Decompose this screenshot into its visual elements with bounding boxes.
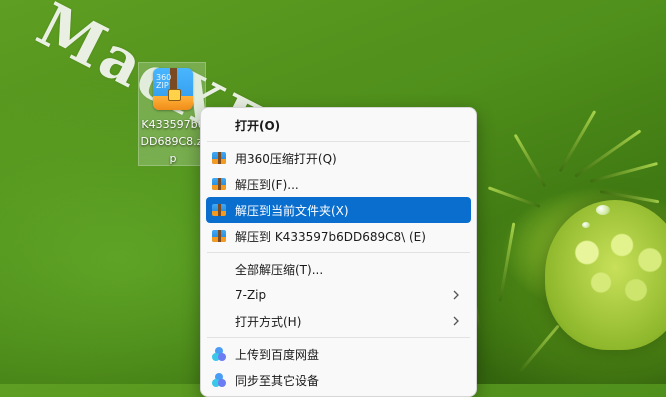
menu-item-label: 用360压缩打开(Q) <box>235 151 337 166</box>
menu-item-open-with[interactable]: 打开方式(H) <box>206 308 471 334</box>
menu-item-label: 打开(O) <box>235 118 281 133</box>
desktop-file-label: K433597b6DD689C8.zip <box>140 118 206 165</box>
chevron-right-icon <box>453 290 459 300</box>
menu-item-label: 解压到 K433597b6DD689C8\ (E) <box>235 229 426 244</box>
menu-item-label: 7-Zip <box>235 288 267 302</box>
menu-item-open-with-360[interactable]: 用360压缩打开(Q) <box>206 145 471 171</box>
baidu-netdisk-icon <box>211 372 227 388</box>
menu-item-sync-devices[interactable]: 同步至其它设备 <box>206 367 471 393</box>
archive-icon <box>211 202 227 218</box>
archive-icon <box>211 228 227 244</box>
menu-item-extract-to[interactable]: 解压到(F)... <box>206 171 471 197</box>
menu-item-open[interactable]: 打开(O) <box>206 112 471 138</box>
menu-item-7zip[interactable]: 7-Zip <box>206 282 471 308</box>
menu-separator <box>207 337 470 338</box>
menu-item-extract-all[interactable]: 全部解压缩(T)... <box>206 256 471 282</box>
context-menu: 打开(O) 用360压缩打开(Q) 解压到(F)... 解压到当前文件夹(X) … <box>200 107 477 397</box>
menu-separator <box>207 252 470 253</box>
zip-archive-icon: 360 ZIP <box>153 68 193 110</box>
archive-icon <box>211 176 227 192</box>
menu-item-extract-to-folder[interactable]: 解压到 K433597b6DD689C8\ (E) <box>206 223 471 249</box>
menu-item-upload-baidu[interactable]: 上传到百度网盘 <box>206 341 471 367</box>
menu-item-label: 解压到当前文件夹(X) <box>235 203 349 218</box>
desktop-file-icon[interactable]: 360 ZIP K433597b6DD689C8.zip <box>138 62 206 166</box>
menu-item-label: 解压到(F)... <box>235 177 299 192</box>
menu-item-label: 上传到百度网盘 <box>235 347 320 362</box>
archive-icon <box>211 150 227 166</box>
menu-item-label: 全部解压缩(T)... <box>235 262 324 277</box>
chevron-right-icon <box>453 316 459 326</box>
baidu-netdisk-icon <box>211 346 227 362</box>
menu-item-label: 打开方式(H) <box>235 314 302 329</box>
menu-item-extract-here[interactable]: 解压到当前文件夹(X) <box>206 197 471 223</box>
menu-item-label: 同步至其它设备 <box>235 373 320 388</box>
menu-separator <box>207 141 470 142</box>
